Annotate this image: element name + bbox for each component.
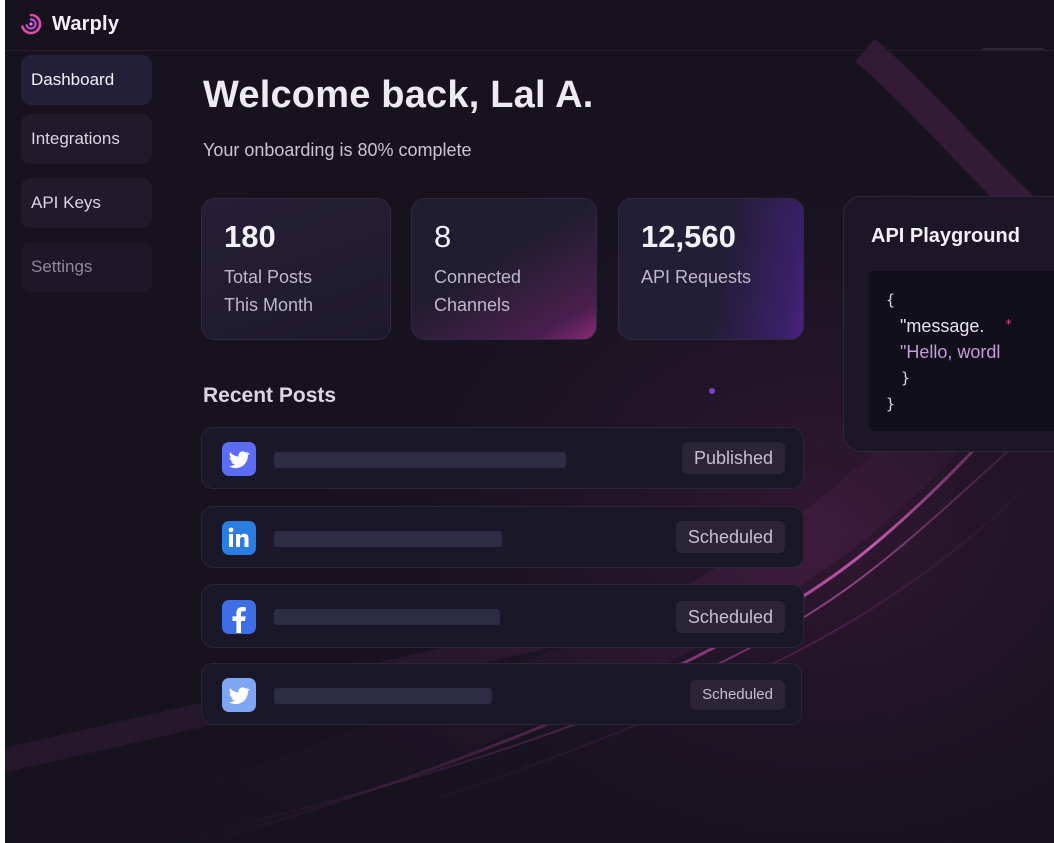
sidebar-item-integrations[interactable]: Integrations <box>21 114 152 164</box>
post-row[interactable]: Scheduled <box>201 663 802 725</box>
stat-label-line: Total Posts <box>224 266 313 287</box>
api-playground-title: API Playground <box>871 225 1020 247</box>
twitter-icon <box>222 442 256 476</box>
post-row[interactable]: Scheduled <box>201 584 804 648</box>
post-title-placeholder <box>274 452 566 468</box>
sidebar-item-api-keys[interactable]: API Keys <box>21 178 152 228</box>
sidebar-item-label: Settings <box>31 257 93 276</box>
stat-card-api-requests: 12,560 API Requests <box>618 198 804 340</box>
onboarding-status: Your onboarding is 80% complete <box>203 140 472 160</box>
topbar-divider <box>982 48 1044 50</box>
code-string: "Hello, wordl <box>900 342 1001 362</box>
stat-value: 180 <box>224 219 276 254</box>
sidebar-item-dashboard[interactable]: Dashboard <box>21 55 152 105</box>
stat-label: API Requests <box>641 263 781 291</box>
stat-value: 8 <box>434 219 452 254</box>
facebook-icon <box>222 600 256 634</box>
stat-label-line: Connected <box>434 266 522 287</box>
stat-label-line: API Requests <box>641 266 752 287</box>
page-title: Welcome back, Lal A. <box>203 74 594 116</box>
stat-value: 12,560 <box>641 219 736 254</box>
sidebar-item-label: API Keys <box>31 193 101 212</box>
status-badge: Scheduled <box>675 521 785 553</box>
code-brace: { <box>886 291 896 309</box>
twitter-icon <box>222 678 256 712</box>
stat-label-line: This Month <box>224 294 314 315</box>
stat-label-line: Channels <box>434 294 511 315</box>
top-bar: Warply <box>5 0 1054 51</box>
stat-label: Total Posts This Month <box>224 263 368 319</box>
post-row[interactable]: Scheduled <box>201 506 804 568</box>
api-playground-panel: API Playground { "message. * "Hello, wor… <box>843 196 1054 452</box>
code-key: "message. <box>900 316 985 336</box>
status-badge: Published <box>681 442 785 474</box>
code-editor[interactable]: { "message. * "Hello, wordl } } <box>869 271 1054 431</box>
recent-posts-heading: Recent Posts <box>203 384 337 407</box>
sidebar-item-label: Dashboard <box>31 70 115 89</box>
app-window: Warply Dashboard Integrations API Keys S… <box>5 0 1054 843</box>
sidebar-item-settings[interactable]: Settings <box>21 242 152 292</box>
stat-label: Connected Channels <box>434 263 574 319</box>
post-title-placeholder <box>274 688 492 704</box>
sidebar-item-label: Integrations <box>31 129 120 148</box>
warply-logo-icon <box>21 13 42 35</box>
stat-card-total-posts: 180 Total Posts This Month <box>201 198 391 340</box>
code-brace: } <box>886 395 896 413</box>
linkedin-icon <box>222 521 256 555</box>
code-brace: } <box>901 369 911 387</box>
brand-name: Warply <box>52 13 120 35</box>
stat-card-connected-channels: 8 Connected Channels <box>411 198 597 340</box>
status-badge: Scheduled <box>690 680 785 710</box>
post-title-placeholder <box>274 531 502 547</box>
post-title-placeholder <box>274 609 500 625</box>
cursor-marker-icon: * <box>1005 317 1013 331</box>
status-badge: Scheduled <box>675 601 785 633</box>
post-row[interactable]: Published <box>201 427 804 489</box>
